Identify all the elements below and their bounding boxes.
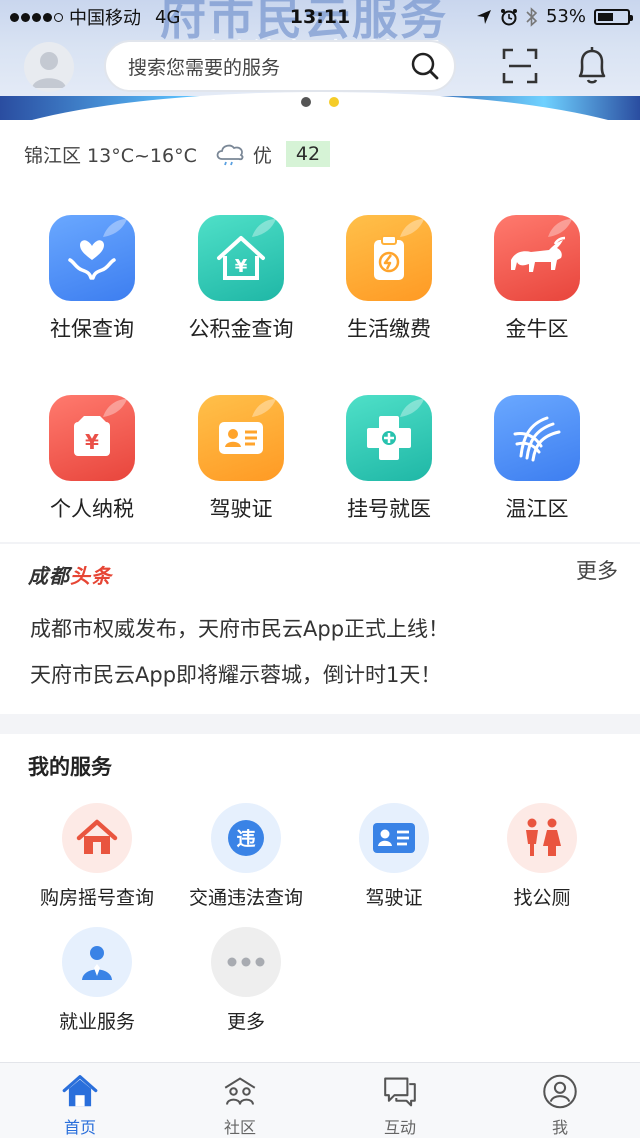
- my-service-label: 交通违法查询: [188, 887, 303, 909]
- license-card-icon: [359, 803, 429, 873]
- bluetooth-icon: [526, 6, 538, 27]
- worker-icon: [62, 927, 132, 997]
- logo-part-b: 头条: [70, 564, 112, 588]
- service-label: 社保查询: [50, 317, 134, 341]
- chengdu-headlines-logo: 成都头条: [28, 560, 112, 589]
- my-service-more[interactable]: 更多: [171, 927, 321, 1034]
- bull-icon: [494, 215, 580, 301]
- weather-bar[interactable]: 锦江区 13°C~16°C 优 42: [24, 138, 331, 170]
- search-icon[interactable]: [410, 51, 440, 81]
- my-service-employment[interactable]: 就业服务: [22, 927, 172, 1034]
- medical-cross-icon: [346, 395, 432, 481]
- logo-part-a: 成都: [28, 564, 70, 588]
- my-service-traffic-violation[interactable]: 违 交通违法查询: [171, 803, 321, 910]
- svg-text:¥: ¥: [235, 256, 248, 277]
- tab-home[interactable]: 首页: [0, 1063, 160, 1138]
- service-label: 驾驶证: [209, 497, 273, 521]
- section-separator: [0, 714, 640, 734]
- hands-heart-icon: [49, 215, 135, 301]
- my-service-driver-license[interactable]: 驾驶证: [319, 803, 469, 910]
- scan-icon[interactable]: [500, 46, 540, 86]
- my-service-label: 购房摇号查询: [39, 887, 154, 909]
- service-tile-housing-fund[interactable]: ¥ 公积金查询: [166, 215, 316, 343]
- news-headline[interactable]: 成都市权威发布，天府市民云App正式上线！: [30, 613, 449, 643]
- location-arrow-icon: [476, 9, 491, 24]
- status-bar: 中国移动 4G 13:11 53%: [0, 0, 640, 34]
- location-temp: 锦江区 13°C~16°C: [24, 144, 197, 167]
- bell-icon[interactable]: [572, 44, 612, 86]
- news-headline[interactable]: 天府市民云App即将耀示蓉城，倒计时1天！: [30, 659, 441, 689]
- aqi-badge: 42: [285, 141, 331, 167]
- more-dots-icon: [211, 927, 281, 997]
- avatar[interactable]: [24, 42, 74, 92]
- search-input[interactable]: 搜索您需要的服务: [128, 53, 410, 80]
- service-tile-driver-license[interactable]: 驾驶证: [166, 395, 316, 523]
- my-service-house-lottery[interactable]: 购房摇号查询: [22, 803, 172, 910]
- service-tile-personal-tax[interactable]: ¥ 个人纳税: [17, 395, 167, 523]
- pager-dot-active: [329, 97, 339, 107]
- tab-label: 我: [551, 1118, 568, 1137]
- service-label: 生活缴费: [347, 317, 431, 341]
- news-more-link[interactable]: 更多: [576, 555, 618, 585]
- service-label: 公积金查询: [188, 317, 294, 341]
- license-card-icon: [198, 395, 284, 481]
- my-services-title: 我的服务: [28, 755, 112, 779]
- bottom-tab-bar: 首页 社区 互动 我: [0, 1062, 640, 1138]
- tab-community[interactable]: 社区: [160, 1063, 320, 1138]
- tab-label: 首页: [63, 1118, 96, 1137]
- service-tile-hospital-registration[interactable]: 挂号就医: [314, 395, 464, 523]
- svg-text:¥: ¥: [85, 430, 99, 454]
- svg-text:违: 违: [236, 828, 255, 850]
- tab-me[interactable]: 我: [480, 1063, 640, 1138]
- service-label: 挂号就医: [347, 497, 431, 521]
- battery-percent: 53%: [545, 6, 586, 27]
- service-tile-wenjiang-district[interactable]: 温江区: [462, 395, 612, 523]
- tab-label: 社区: [223, 1118, 256, 1137]
- service-tile-jinniu-district[interactable]: 金牛区: [462, 215, 612, 343]
- house-icon: [62, 803, 132, 873]
- my-service-label: 驾驶证: [365, 887, 423, 909]
- community-icon: [224, 1077, 256, 1105]
- cloud-rain-icon: [216, 144, 244, 166]
- profile-icon: [543, 1074, 577, 1109]
- service-label: 温江区: [505, 497, 569, 521]
- my-service-label: 就业服务: [58, 1011, 135, 1033]
- search-bar[interactable]: 搜索您需要的服务: [104, 40, 456, 92]
- chat-icon: [384, 1077, 416, 1107]
- tax-yuan-icon: ¥: [49, 395, 135, 481]
- house-yuan-icon: ¥: [198, 215, 284, 301]
- wave-emblem-icon: [494, 395, 580, 481]
- divider: [0, 542, 640, 544]
- my-service-label: 更多: [226, 1011, 265, 1033]
- user-silhouette-icon: [32, 52, 66, 88]
- air-quality-label: 优: [252, 144, 272, 167]
- battery-icon: [594, 8, 633, 25]
- service-tile-social-security[interactable]: 社保查询: [17, 215, 167, 343]
- alarm-icon: [500, 8, 517, 25]
- service-label: 个人纳税: [50, 497, 134, 521]
- tab-interaction[interactable]: 互动: [320, 1063, 480, 1138]
- violation-icon: 违: [211, 803, 281, 873]
- pager-dot: [301, 97, 311, 107]
- service-tile-utility-payment[interactable]: 生活缴费: [314, 215, 464, 343]
- bolt-clipboard-icon: [346, 215, 432, 301]
- home-icon: [62, 1075, 98, 1107]
- my-service-find-toilet[interactable]: 找公厕: [467, 803, 617, 910]
- banner-pager: [301, 97, 339, 107]
- toilet-icon: [507, 803, 577, 873]
- my-service-label: 找公厕: [513, 887, 571, 909]
- service-label: 金牛区: [505, 317, 569, 341]
- tab-label: 互动: [383, 1118, 416, 1137]
